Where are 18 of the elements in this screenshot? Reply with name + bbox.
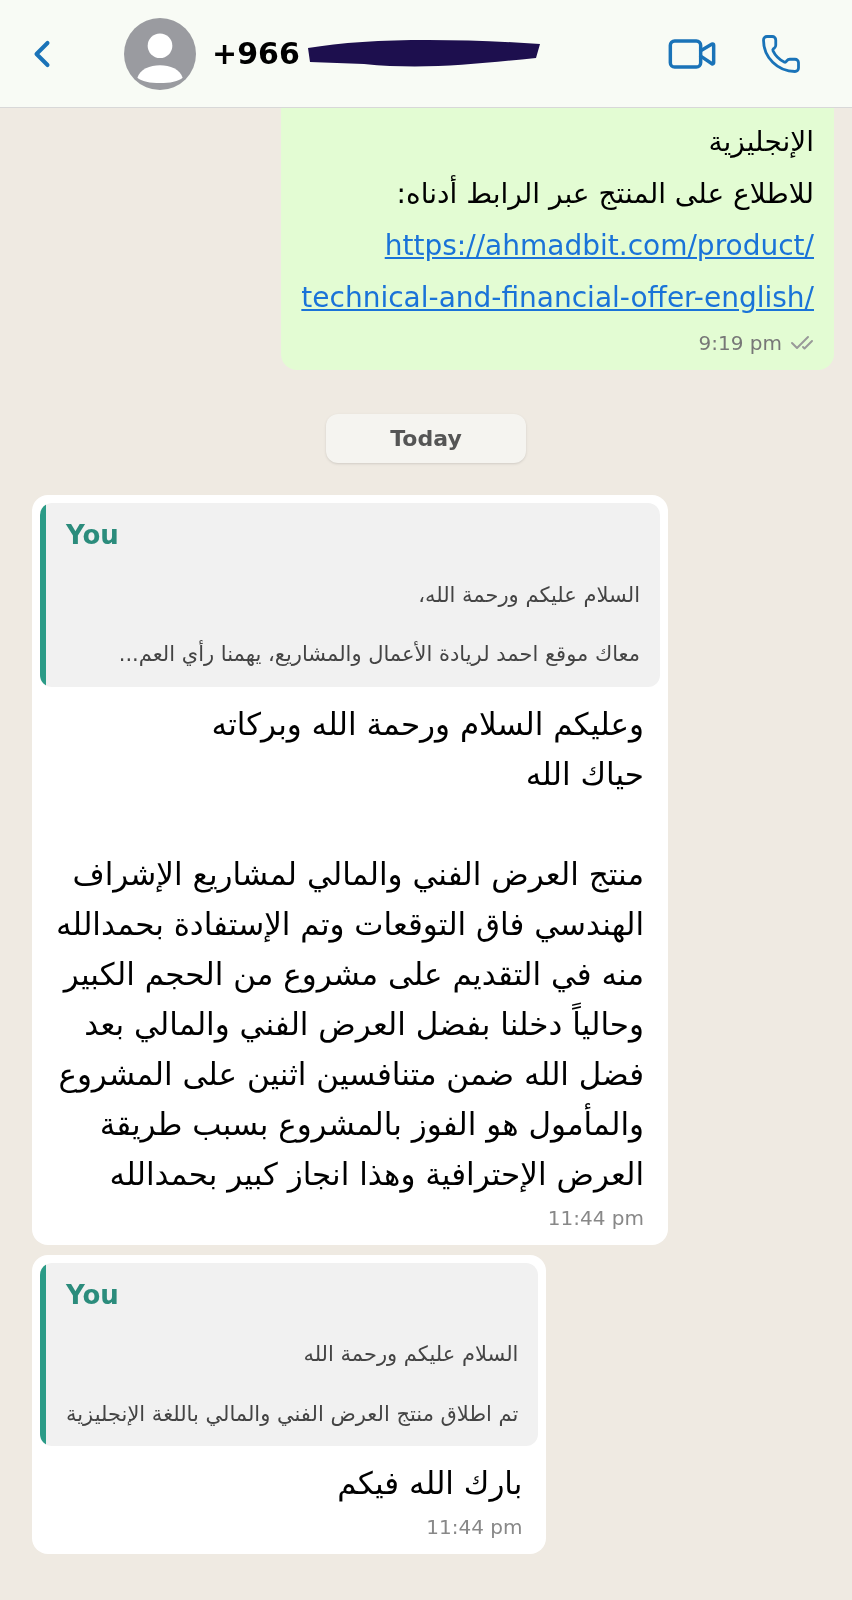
quote-text: السلام عليكم ورحمة الله، (417, 581, 640, 609)
message-text: وعليكم السلام ورحمة الله وبركاته حياك الله منتج العرض الفني والمالي لمشاريع الإشراف الهندسي فاق التوقعات وتم الإستفادة بحمدالله منه في التقديم على مشروع من الحجم الكبير وحالياً دخلنا بفضل العرض الفني والمالي بعد فضل الله ضمن متنافسين اثنين على المشروع والمأمول هو الفوز بالمشروع بسبب طريقة العرض الإحترافية وهذا انجاز كبير بحمدالله (55, 704, 645, 1195)
quote-text: تم اطلاق منتج العرض الفني والمالي باللغة الإنجليزية (66, 1400, 519, 1428)
contact-name[interactable]: +966 (212, 31, 300, 76)
message-time: 11:44 pm (426, 1514, 523, 1541)
quote-author: You (66, 519, 120, 552)
phone-call-icon[interactable] (760, 32, 802, 75)
avatar-icon[interactable] (124, 17, 196, 90)
message-time: 9:19 pm (698, 330, 782, 357)
message-text: بارك الله فيكم (336, 1464, 524, 1504)
message-bubble[interactable] (32, 495, 668, 1245)
message-text: الإنجليزية للاطلاع على المنتج عبر الرابط أدناه: (395, 124, 814, 212)
message-time: 11:44 pm (547, 1204, 644, 1232)
quote-text: معاك موقع احمد لريادة الأعمال والمشاريع، يهمنا رأي العم... (117, 639, 640, 668)
message-link[interactable]: https://ahmadbit.com/product/ technical-and-financial-offer-english/ (301, 220, 814, 324)
quote-author: You (66, 1278, 120, 1311)
quote-text: السلام عليكم ورحمة الله (302, 1341, 519, 1368)
date-chip: Today (326, 414, 526, 463)
